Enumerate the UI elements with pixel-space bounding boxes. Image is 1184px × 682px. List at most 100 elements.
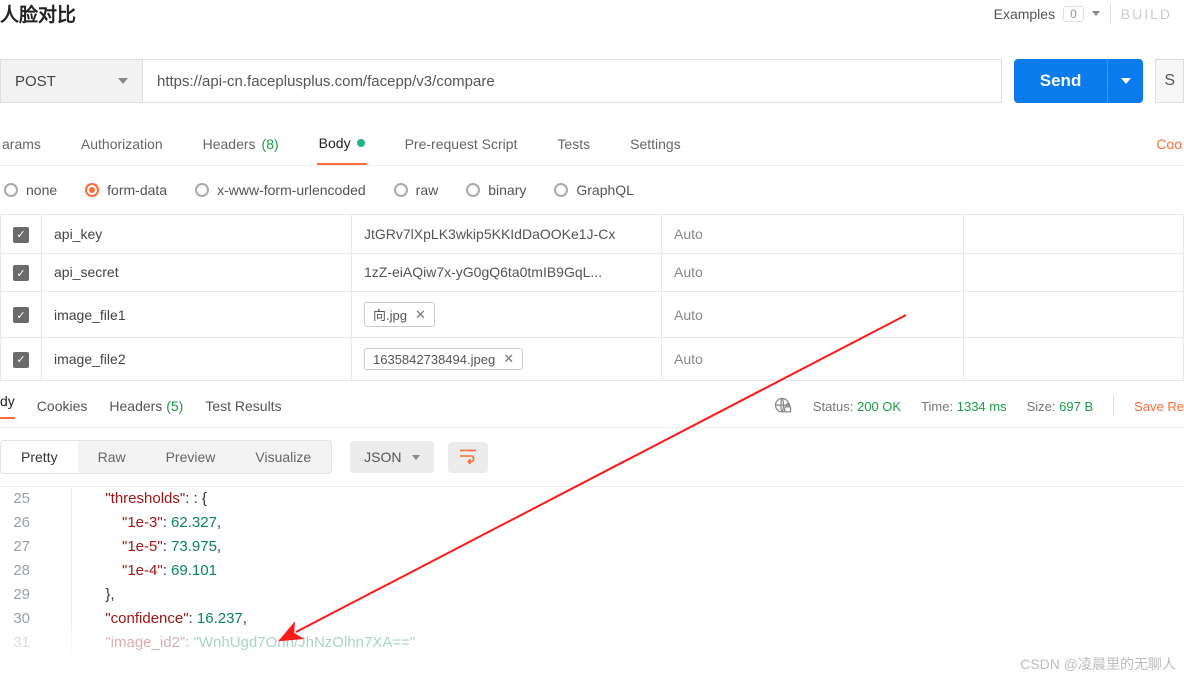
format-dropdown[interactable]: JSON [350,441,433,473]
param-desc[interactable]: Auto [662,292,964,338]
code-line: 29 }, [0,583,1184,607]
modified-dot-icon [357,139,365,147]
tab-settings[interactable]: Settings [628,129,683,165]
body-type-row: none form-data x-www-form-urlencoded raw… [0,166,1184,214]
param-actions [964,292,1184,338]
tab-tests[interactable]: Tests [555,129,592,165]
param-value[interactable]: JtGRv7lXpLK3wkip5KKIdDaOOKe1J-Cx [352,215,662,254]
chevron-down-icon [118,78,128,84]
tab-body[interactable]: Body [317,129,367,165]
file-name: 向.jpg [373,305,407,324]
resp-tab-headers[interactable]: Headers (5) [109,398,183,414]
close-icon[interactable]: ✕ [415,307,426,323]
view-raw[interactable]: Raw [78,441,146,473]
chevron-down-icon [1121,78,1131,84]
param-key[interactable]: api_secret [42,253,352,292]
send-caret[interactable] [1107,59,1143,103]
build-label: BUILD [1121,6,1172,22]
resp-tab-cookies[interactable]: Cookies [37,398,88,414]
tab-headers-label: Headers [203,136,256,152]
top-right: Examples 0 BUILD [994,4,1172,24]
examples-label: Examples [994,6,1055,22]
code-line: 25 "thresholds": : { [0,487,1184,511]
chevron-down-icon [1092,11,1100,16]
line-number: 28 [0,559,44,583]
examples-count: 0 [1063,6,1084,22]
line-number: 30 [0,607,44,631]
param-key[interactable]: image_file2 [42,338,352,381]
time-value: 1334 ms [957,399,1007,414]
examples-dropdown[interactable]: Examples 0 [994,6,1100,22]
checkbox[interactable] [13,352,29,368]
param-desc[interactable]: Auto [662,338,964,381]
param-desc[interactable]: Auto [662,215,964,254]
line-number: 27 [0,535,44,559]
wrap-lines-button[interactable] [448,442,488,473]
view-pretty[interactable]: Pretty [1,441,78,473]
code-line: 26 "1e-3": 62.327, [0,511,1184,535]
checkbox[interactable] [13,307,29,323]
radio-icon [466,183,480,197]
code-line: 31 "image_id2": "WnhUgd7Onn/JhNzOlhn7XA=… [0,631,1184,655]
response-body[interactable]: 25 "thresholds": : {26 "1e-3": 62.327,27… [0,486,1184,655]
url-value: https://api-cn.faceplusplus.com/facepp/v… [157,73,495,90]
globe-lock-icon [773,396,793,416]
line-number: 26 [0,511,44,535]
request-row: POST https://api-cn.faceplusplus.com/fac… [0,59,1184,103]
tab-prerequest[interactable]: Pre-request Script [403,129,520,165]
close-icon[interactable]: ✕ [503,351,514,367]
radio-icon [195,183,209,197]
code-line: 27 "1e-5": 73.975, [0,535,1184,559]
cookies-link[interactable]: Coo [1154,129,1184,165]
table-row: api_keyJtGRv7lXpLK3wkip5KKIdDaOOKe1J-CxA… [1,215,1184,254]
send-label: Send [1014,59,1108,103]
file-chip[interactable]: 1635842738494.jpeg✕ [364,348,523,370]
table-row: api_secret1zZ-eiAQiw7x-yG0gQ6ta0tmIB9GqL… [1,253,1184,292]
radio-icon [4,183,18,197]
status-value: 200 OK [857,399,901,414]
param-key[interactable]: api_key [42,215,352,254]
table-row: image_file1 向.jpg ✕ Auto [1,292,1184,338]
radio-xwww[interactable]: x-www-form-urlencoded [195,182,366,198]
tab-body-label: Body [319,135,351,151]
save-button[interactable]: S [1155,59,1184,103]
param-value[interactable]: 1zZ-eiAQiw7x-yG0gQ6ta0tmIB9GqL... [352,253,662,292]
tab-authorization[interactable]: Authorization [79,129,165,165]
page-title: 人脸对比 [0,0,76,27]
url-input[interactable]: https://api-cn.faceplusplus.com/facepp/v… [142,59,1002,103]
radio-graphql[interactable]: GraphQL [554,182,634,198]
line-number: 29 [0,583,44,607]
tab-headers-count: (8) [262,136,279,152]
line-number: 25 [0,487,44,511]
checkbox[interactable] [13,265,29,281]
param-key[interactable]: image_file1 [42,292,352,338]
view-row: Pretty Raw Preview Visualize JSON [0,428,1184,486]
save-response-button[interactable]: Save Re [1134,399,1184,414]
param-desc[interactable]: Auto [662,253,964,292]
param-value[interactable]: 1635842738494.jpeg✕ [352,338,662,381]
radio-formdata[interactable]: form-data [85,182,167,198]
resp-tab-body[interactable]: dy [0,393,15,419]
response-tabs: dy Cookies Headers (5) Test Results Stat… [0,381,1184,428]
radio-raw[interactable]: raw [394,182,439,198]
param-actions [964,338,1184,381]
method-value: POST [15,73,56,90]
table-row: image_file2 1635842738494.jpeg✕ Auto [1,338,1184,381]
view-segment: Pretty Raw Preview Visualize [0,440,332,474]
file-chip[interactable]: 向.jpg ✕ [364,302,435,327]
radio-icon [394,183,408,197]
method-select[interactable]: POST [0,59,142,103]
radio-none[interactable]: none [4,182,57,198]
view-preview[interactable]: Preview [146,441,236,473]
watermark: CSDN @凌晨里的无聊人 [1020,654,1176,674]
checkbox[interactable] [13,227,29,243]
resp-tab-test-results[interactable]: Test Results [205,398,281,414]
view-visualize[interactable]: Visualize [235,441,331,473]
param-actions [964,253,1184,292]
param-value[interactable]: 向.jpg ✕ [352,292,662,338]
send-button[interactable]: Send [1014,59,1144,103]
radio-binary[interactable]: binary [466,182,526,198]
tab-headers[interactable]: Headers (8) [201,129,281,165]
tab-params[interactable]: arams [0,129,43,165]
code-line: 30 "confidence": 16.237, [0,607,1184,631]
